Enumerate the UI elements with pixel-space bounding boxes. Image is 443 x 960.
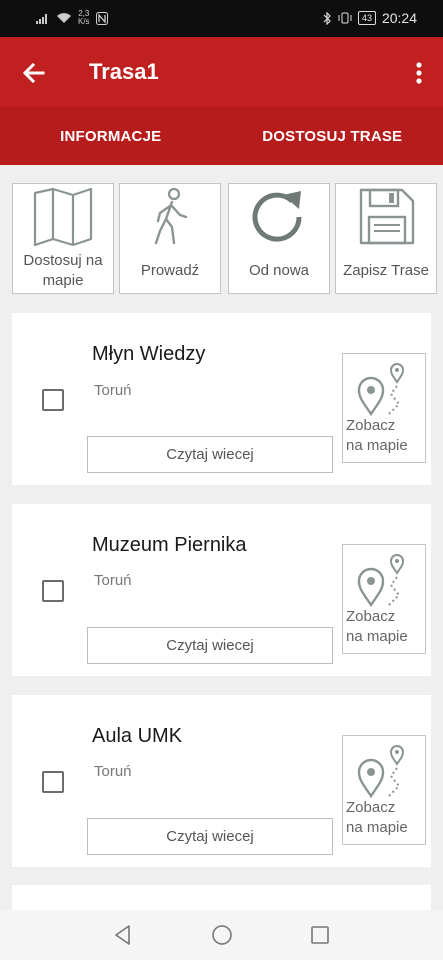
see-on-map-button[interactable]: Zobacz na mapie bbox=[342, 735, 426, 845]
customize-on-map-label: Dostosuj na mapie bbox=[13, 251, 113, 291]
place-checkbox[interactable] bbox=[42, 389, 64, 411]
square-recents-icon bbox=[311, 926, 329, 944]
tab-informacje[interactable]: INFORMACJE bbox=[0, 107, 222, 165]
place-name: Muzeum Piernika bbox=[92, 534, 247, 556]
vibrate-icon bbox=[338, 12, 352, 24]
status-bar: 2,3 K/s 43 20:24 bbox=[0, 0, 443, 37]
back-button[interactable] bbox=[20, 59, 48, 87]
route-pin-icon bbox=[357, 745, 405, 798]
refresh-icon bbox=[252, 191, 302, 242]
see-on-map-label: Zobacz na mapie bbox=[346, 416, 408, 456]
arrow-left-icon bbox=[22, 62, 45, 84]
customize-on-map-label-line1: Dostosuj na bbox=[23, 252, 103, 269]
status-right: 43 20:24 bbox=[323, 10, 417, 26]
see-on-map-label-line1: Zobacz bbox=[346, 417, 396, 434]
place-card: Muzeum Piernika Toruń Czytaj wiecej Zoba… bbox=[12, 504, 431, 676]
place-card: Aula UMK Toruń Czytaj wiecej Zobacz na m… bbox=[12, 695, 431, 867]
place-card-partial bbox=[12, 885, 431, 910]
system-nav-bar bbox=[0, 910, 443, 960]
see-on-map-button[interactable]: Zobacz na mapie bbox=[342, 544, 426, 654]
see-on-map-label-line2: na mapie bbox=[346, 628, 408, 645]
guide-label: Prowadź bbox=[140, 262, 200, 279]
nav-back-button[interactable] bbox=[111, 923, 135, 947]
see-on-map-label: Zobacz na mapie bbox=[346, 607, 408, 647]
read-more-button[interactable]: Czytaj wiecej bbox=[87, 818, 333, 855]
app-bar: Trasa1 bbox=[0, 37, 443, 107]
save-icon bbox=[359, 188, 415, 245]
status-left: 2,3 K/s bbox=[36, 9, 108, 27]
walking-person-icon bbox=[154, 187, 188, 245]
triangle-back-icon bbox=[115, 925, 130, 945]
save-route-label: Zapisz Trase bbox=[343, 262, 429, 279]
network-speed-unit: K/s bbox=[78, 17, 90, 26]
see-on-map-label-line2: na mapie bbox=[346, 819, 408, 836]
restart-button[interactable]: Od nowa bbox=[228, 183, 330, 294]
see-on-map-button[interactable]: Zobacz na mapie bbox=[342, 353, 426, 463]
page-title: Trasa1 bbox=[89, 59, 159, 84]
place-card: Młyn Wiedzy Toruń Czytaj wiecej Zobacz n… bbox=[12, 313, 431, 485]
see-on-map-label: Zobacz na mapie bbox=[346, 798, 408, 838]
place-name: Młyn Wiedzy bbox=[92, 343, 206, 365]
read-more-button[interactable]: Czytaj wiecej bbox=[87, 627, 333, 664]
customize-on-map-button[interactable]: Dostosuj na mapie bbox=[12, 183, 114, 294]
place-checkbox[interactable] bbox=[42, 771, 64, 793]
nav-recents-button[interactable] bbox=[308, 923, 332, 947]
place-city: Toruń bbox=[94, 763, 132, 780]
route-pin-icon bbox=[357, 363, 405, 416]
save-route-button[interactable]: Zapisz Trase bbox=[335, 183, 437, 294]
circle-home-icon bbox=[212, 925, 232, 945]
battery-icon: 43 bbox=[357, 11, 376, 25]
customize-on-map-label-line2: mapie bbox=[42, 272, 84, 289]
see-on-map-label-line2: na mapie bbox=[346, 437, 408, 454]
nav-home-button[interactable] bbox=[210, 923, 234, 947]
see-on-map-label-line1: Zobacz bbox=[346, 608, 396, 625]
place-checkbox[interactable] bbox=[42, 580, 64, 602]
more-vert-icon bbox=[416, 62, 422, 84]
overflow-menu-button[interactable] bbox=[413, 59, 425, 87]
bluetooth-icon bbox=[323, 11, 331, 25]
restart-label: Od nowa bbox=[248, 262, 310, 279]
network-speed: 2,3 K/s bbox=[78, 10, 90, 26]
read-more-button[interactable]: Czytaj wiecej bbox=[87, 436, 333, 473]
nfc-icon bbox=[95, 11, 108, 25]
place-city: Toruń bbox=[94, 572, 132, 589]
place-city: Toruń bbox=[94, 382, 132, 399]
place-name: Aula UMK bbox=[92, 725, 183, 747]
route-pin-icon bbox=[357, 554, 405, 607]
signal-icon bbox=[36, 14, 47, 24]
action-buttons: Dostosuj na mapie Prowadź Od nowa Zapisz… bbox=[12, 183, 437, 294]
guide-button[interactable]: Prowadź bbox=[119, 183, 221, 294]
map-icon bbox=[33, 187, 93, 247]
tab-bar: INFORMACJE DOSTOSUJ TRASE bbox=[0, 107, 443, 165]
clock: 20:24 bbox=[381, 10, 417, 26]
wifi-icon bbox=[57, 13, 71, 23]
see-on-map-label-line1: Zobacz bbox=[346, 799, 396, 816]
tab-dostosuj-trase[interactable]: DOSTOSUJ TRASE bbox=[222, 107, 443, 165]
